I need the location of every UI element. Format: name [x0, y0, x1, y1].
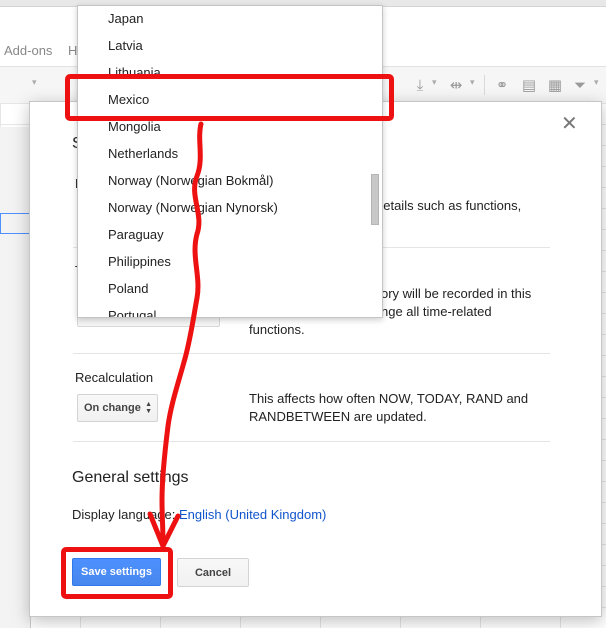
- chart-icon[interactable]: ▦: [545, 75, 565, 95]
- select-arrows-icon: ▲ ▼: [145, 401, 152, 415]
- close-icon[interactable]: ✕: [561, 114, 578, 134]
- menu-item-addons[interactable]: Add-ons: [4, 43, 52, 58]
- selected-cell[interactable]: [0, 213, 30, 234]
- locale-option[interactable]: Paraguay: [108, 227, 164, 242]
- scrollbar-thumb[interactable]: [371, 174, 379, 225]
- display-language-label: Display language:: [72, 507, 176, 522]
- locale-option[interactable]: Norway (Norwegian Nynorsk): [108, 200, 278, 215]
- chevron-down-icon[interactable]: ▾: [594, 77, 599, 88]
- chevron-down-icon[interactable]: ▾: [32, 77, 37, 88]
- locale-option[interactable]: Philippines: [108, 254, 171, 269]
- dropdown-scrollbar[interactable]: [370, 6, 382, 317]
- comment-icon[interactable]: ▤: [519, 75, 539, 95]
- locale-option[interactable]: Norway (Norwegian Bokmål): [108, 173, 273, 188]
- recalculation-select[interactable]: On change ▲ ▼: [77, 394, 158, 422]
- menu-item-help[interactable]: H: [68, 43, 77, 58]
- locale-dropdown-list: Japan Latvia Lithuania Mexico Mongolia N…: [77, 5, 383, 318]
- display-language-row: Display language: English (United Kingdo…: [72, 507, 326, 522]
- chevron-down-icon[interactable]: ▾: [470, 77, 475, 88]
- recalculation-description: This affects how often NOW, TODAY, RAND …: [249, 391, 529, 424]
- timezone-desc-line3: functions.: [249, 322, 305, 337]
- valign-bottom-icon[interactable]: ⤓: [410, 75, 430, 95]
- text-wrap-icon[interactable]: ⇹: [446, 75, 466, 95]
- toolbar-divider: [484, 75, 485, 95]
- annotation-highlight-save: [61, 547, 173, 599]
- locale-option[interactable]: Portugal: [108, 308, 156, 317]
- locale-description: details such as functions,: [376, 198, 522, 213]
- divider: [73, 353, 550, 354]
- chevron-down-icon[interactable]: ▾: [432, 77, 437, 88]
- general-settings-title: General settings: [72, 469, 189, 486]
- column-header-corner: [0, 127, 30, 148]
- link-icon[interactable]: ⚭: [492, 75, 512, 95]
- filter-icon[interactable]: ⏷: [570, 75, 590, 95]
- locale-option[interactable]: Netherlands: [108, 146, 178, 161]
- locale-option[interactable]: Mongolia: [108, 119, 161, 134]
- cancel-button[interactable]: Cancel: [177, 558, 249, 587]
- locale-option[interactable]: Latvia: [108, 38, 143, 53]
- locale-option[interactable]: Japan: [108, 11, 143, 26]
- divider: [73, 441, 550, 442]
- annotation-highlight-mexico: [65, 74, 394, 121]
- locale-option[interactable]: Poland: [108, 281, 148, 296]
- timezone-desc-line1: ory will be recorded in this: [381, 286, 532, 301]
- recalculation-label: Recalculation: [75, 370, 154, 385]
- recalculation-value: On change: [84, 402, 141, 414]
- timezone-desc-line2: nge all time-related: [381, 304, 492, 319]
- display-language-link[interactable]: English (United Kingdom): [179, 507, 326, 522]
